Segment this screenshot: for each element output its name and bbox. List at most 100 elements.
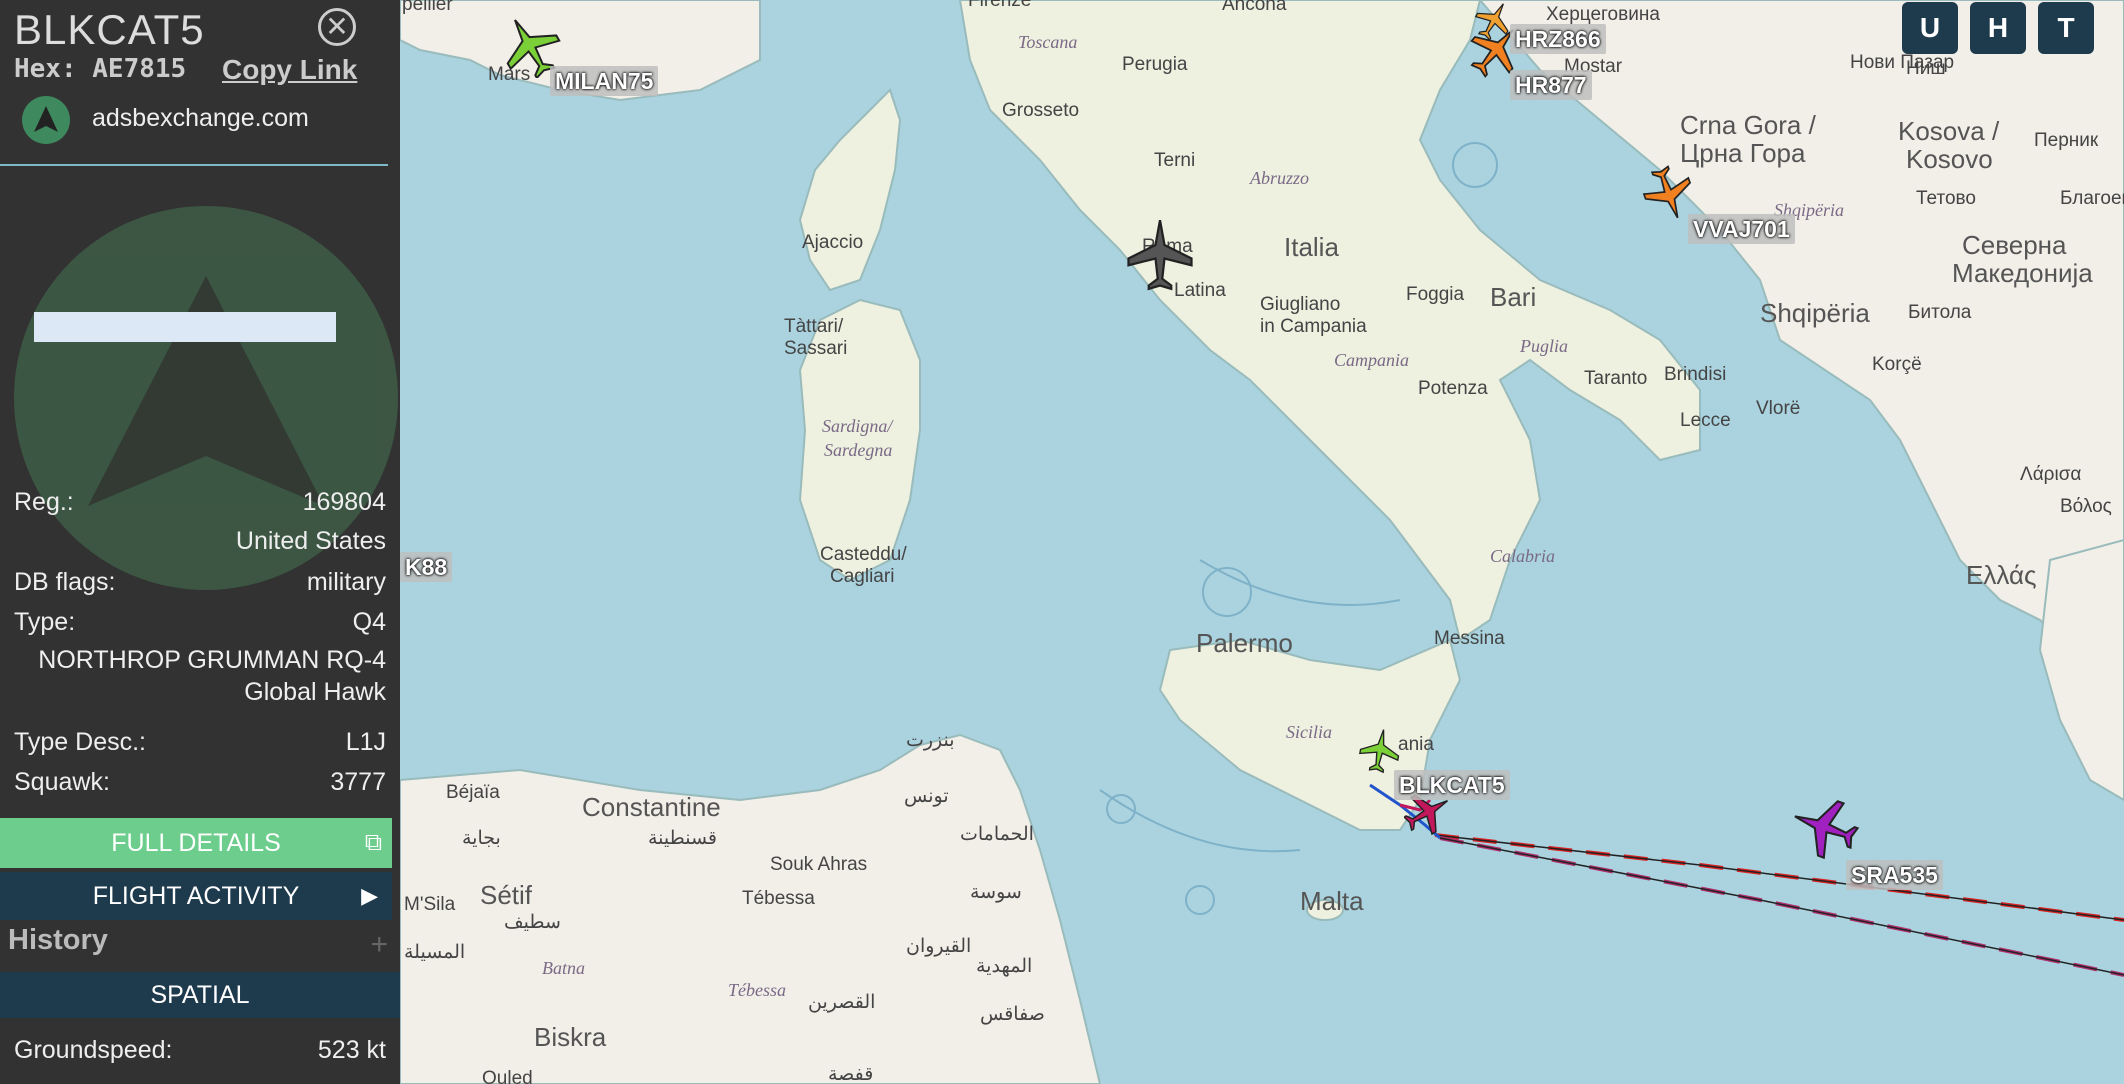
svg-text:Taranto: Taranto [1584, 368, 1647, 389]
squawk-value: 3777 [330, 768, 386, 796]
type-full-name: NORTHROP GRUMMAN RQ-4 Global Hawk [14, 644, 386, 708]
svg-text:Crna Gora /: Crna Gora / [1680, 110, 1817, 140]
svg-text:Foggia: Foggia [1406, 284, 1465, 305]
svg-text:Ancona: Ancona [1222, 0, 1287, 15]
svg-text:Puglia: Puglia [1519, 336, 1568, 356]
aircraft-icon-sra535[interactable] [1786, 794, 1862, 860]
svg-text:المسيلة: المسيلة [404, 942, 465, 963]
copy-link-button[interactable]: Copy Link [222, 54, 357, 86]
svg-text:Βόλος: Βόλος [2060, 496, 2112, 517]
hex-code: Hex: AE7815 [14, 54, 187, 84]
svg-text:Lecce: Lecce [1680, 410, 1731, 431]
svg-text:Terni: Terni [1154, 150, 1195, 171]
svg-text:Souk Ahras: Souk Ahras [770, 854, 867, 875]
svg-text:Italia: Italia [1284, 232, 1339, 262]
svg-text:in Campania: in Campania [1260, 316, 1367, 337]
svg-text:Благоев: Благоев [2060, 188, 2124, 209]
flight-activity-button[interactable]: FLIGHT ACTIVITY ▶ [0, 872, 392, 920]
reg-label: Reg.: [14, 488, 74, 516]
groundspeed-label: Groundspeed: [14, 1036, 173, 1064]
svg-text:قسنطينة: قسنطينة [648, 828, 717, 849]
squawk-label: Squawk: [14, 768, 110, 796]
external-link-icon: ⧉ [364, 829, 382, 856]
groundspeed-value: 523 kt [317, 1036, 386, 1064]
svg-text:Abruzzo: Abruzzo [1249, 168, 1309, 188]
photo-credit-bar [34, 312, 336, 342]
svg-text:Toscana: Toscana [1018, 32, 1077, 52]
type-full-line-1: NORTHROP GRUMMAN RQ-4 [38, 646, 386, 674]
h-button[interactable]: H [1970, 2, 2026, 54]
aircraft-icon-roma[interactable] [1124, 216, 1196, 292]
full-details-label: FULL DETAILS [111, 829, 281, 857]
svg-text:Messina: Messina [1434, 628, 1505, 649]
svg-text:Campania: Campania [1334, 350, 1409, 370]
triangle-right-icon: ▶ [361, 883, 378, 908]
svg-text:Λάρισα: Λάρισα [2020, 464, 2081, 485]
type-value: Q4 [352, 608, 386, 636]
svg-text:Constantine: Constantine [582, 792, 721, 822]
svg-text:M'Sila: M'Sila [404, 894, 456, 915]
spatial-section-header[interactable]: SPATIAL [0, 972, 400, 1018]
aircraft-label-k88[interactable]: K88 [400, 552, 453, 582]
aircraft-label-hr877[interactable]: HR877 [1510, 70, 1592, 100]
svg-text:Perugia: Perugia [1122, 54, 1188, 75]
svg-text:Potenza: Potenza [1418, 378, 1488, 399]
svg-text:Kosovo: Kosovo [1906, 144, 1993, 174]
dbflags-value: military [306, 568, 386, 596]
svg-text:Calabria: Calabria [1490, 546, 1555, 566]
svg-text:Sétif: Sétif [480, 880, 533, 910]
close-icon[interactable]: ✕ [318, 8, 356, 46]
svg-text:Casteddu/: Casteddu/ [820, 544, 907, 565]
svg-text:بنزرت: بنزرت [906, 730, 955, 751]
svg-text:Firenze: Firenze [968, 0, 1031, 11]
svg-text:سوسة: سوسة [970, 882, 1022, 903]
typedesc-label: Type Desc.: [14, 728, 146, 756]
svg-text:Македонија: Македонија [1952, 258, 2093, 288]
aircraft-label-sra535[interactable]: SRA535 [1846, 860, 1943, 890]
u-button[interactable]: U [1902, 2, 1958, 54]
svg-text:pellier: pellier [402, 0, 453, 15]
svg-text:Giugliano: Giugliano [1260, 294, 1340, 315]
svg-text:Vlorë: Vlorë [1756, 398, 1800, 419]
svg-text:Ajaccio: Ajaccio [802, 232, 863, 253]
type-label: Type: [14, 608, 76, 636]
svg-text:Cagliari: Cagliari [830, 566, 894, 587]
aircraft-label-vvaj701[interactable]: VVAJ701 [1688, 214, 1795, 244]
svg-text:Kosova /: Kosova / [1898, 116, 2000, 146]
adsbexchange-logo-icon [22, 96, 70, 144]
full-details-button[interactable]: FULL DETAILS ⧉ [0, 818, 392, 868]
svg-text:تونس: تونس [904, 786, 949, 807]
info-sidebar: BLKCAT5 ✕ Hex: AE7815 Copy Link adsbexch… [0, 0, 400, 1084]
svg-text:Sicilia: Sicilia [1286, 722, 1332, 742]
divider [0, 164, 388, 166]
svg-text:قفصة: قفصة [828, 1064, 873, 1084]
plus-icon[interactable]: + [370, 928, 388, 962]
svg-text:Ελλάς: Ελλάς [1966, 560, 2037, 590]
aircraft-label-hrz866[interactable]: HRZ866 [1510, 24, 1606, 54]
svg-text:Brindisi: Brindisi [1664, 364, 1726, 385]
svg-text:Sassari: Sassari [784, 338, 847, 359]
history-heading: History [8, 924, 108, 956]
svg-text:القيروان: القيروان [906, 936, 971, 957]
svg-text:Bari: Bari [1490, 282, 1536, 312]
svg-text:Sardigna/: Sardigna/ [822, 416, 894, 436]
typedesc-value: L1J [345, 728, 386, 756]
aircraft-label-blkcat5[interactable]: BLKCAT5 [1394, 770, 1510, 800]
svg-text:Tébessa: Tébessa [728, 980, 786, 1000]
aircraft-label-milan75[interactable]: MILAN75 [550, 66, 659, 96]
svg-text:Béjaïa: Béjaïa [446, 782, 500, 803]
t-button[interactable]: T [2038, 2, 2094, 54]
country-value: United States [235, 527, 386, 555]
svg-text:Batna: Batna [542, 958, 585, 978]
svg-text:صفاقس: صفاقس [980, 1004, 1045, 1025]
source-link[interactable]: adsbexchange.com [92, 104, 309, 133]
svg-text:Shqipëria: Shqipëria [1760, 298, 1870, 328]
svg-text:المهدية: المهدية [976, 956, 1032, 977]
reg-value: 169804 [302, 488, 386, 516]
svg-text:Korçë: Korçë [1872, 354, 1922, 375]
svg-text:بجاية: بجاية [462, 828, 501, 849]
svg-text:Црна Гора: Црна Гора [1680, 138, 1806, 168]
svg-text:Tàttari/: Tàttari/ [784, 316, 844, 337]
svg-text:Северна: Северна [1962, 230, 2067, 260]
svg-text:Битола: Битола [1908, 302, 1972, 323]
